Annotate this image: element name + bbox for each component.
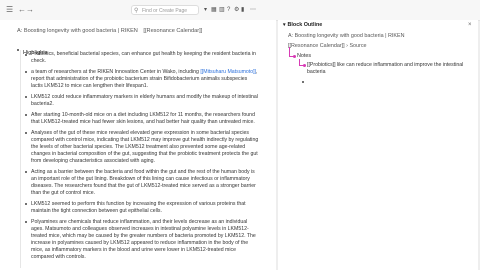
page-title-text: A: Boosting longevity with good bacteria…	[17, 28, 138, 34]
close-icon[interactable]: ×	[468, 22, 472, 28]
forward-icon[interactable]: →	[26, 4, 34, 16]
sidebar-toggle-icon[interactable]: ▮	[241, 6, 244, 14]
bullet-icon	[17, 48, 19, 51]
probiotics-block[interactable]: [[Probiotics]] like can reduce inflammat…	[307, 62, 467, 76]
search-placeholder: Find or Create Page	[142, 8, 188, 14]
block-7[interactable]: LKM512 seemed to perform this function b…	[25, 201, 259, 215]
block-8[interactable]: Polyamines are chemicals that reduce inf…	[25, 219, 259, 262]
help-icon[interactable]: ?	[227, 6, 230, 14]
caret-down-icon: ▾	[283, 22, 286, 28]
empty-bullet-icon	[302, 81, 304, 83]
block-1[interactable]: Probiotics, beneficial bacterial species…	[25, 51, 259, 65]
filter-icon[interactable]: ▾	[204, 6, 207, 14]
search-input[interactable]: ⚲ Find or Create Page	[131, 5, 199, 15]
block-4[interactable]: After starting 10-month-old mice on a di…	[25, 112, 259, 126]
block-2[interactable]: a team of researchers at the RIKEN Innov…	[25, 69, 259, 90]
more-icon[interactable]: ⋯	[250, 6, 256, 14]
search-icon: ⚲	[134, 8, 139, 14]
menu-icon[interactable]: ☰	[6, 4, 13, 16]
settings-icon[interactable]: ⚙	[234, 6, 239, 14]
page-title[interactable]: A: Boosting longevity with good bacteria…	[17, 28, 202, 34]
matsumoto-link[interactable]: [[Mitsuharu Matsumoto]]	[200, 69, 256, 75]
main-page: A: Boosting longevity with good bacteria…	[0, 20, 276, 270]
probiotics-link[interactable]: [[Probiotics]]	[307, 62, 336, 68]
block-6[interactable]: Acting as a barrier between the bacteria…	[25, 169, 259, 197]
notes-bullet-icon	[293, 55, 296, 58]
right-sidebar: ▾ Block Outline × A: Boosting longevity w…	[278, 20, 478, 270]
calendar-icon[interactable]: ▥	[219, 6, 225, 14]
graph-icon[interactable]: ▦	[211, 6, 217, 14]
block-3[interactable]: LKM512 could reduce inflammatory markers…	[25, 94, 259, 108]
outline-breadcrumb[interactable]: [[Resonance Calendar]] › Source	[288, 43, 367, 49]
back-icon[interactable]: ←	[18, 4, 26, 16]
indent-guide	[20, 50, 21, 268]
block-5[interactable]: Analyses of the gut of these mice reveal…	[25, 130, 259, 165]
outline-connector	[289, 47, 290, 56]
item-bullet-icon	[303, 64, 306, 67]
outline-page-title[interactable]: A: Boosting longevity with good bacteria…	[288, 33, 404, 39]
resonance-calendar-link[interactable]: [[Resonance Calendar]]	[143, 28, 202, 34]
highlight-blocks: Probiotics, beneficial bacterial species…	[25, 51, 259, 265]
top-toolbar: ☰ ← → ⚲ Find or Create Page ▾ ▦ ▥ ? ⚙ ▮ …	[0, 0, 480, 21]
block-outline-header[interactable]: ▾ Block Outline	[283, 22, 322, 28]
